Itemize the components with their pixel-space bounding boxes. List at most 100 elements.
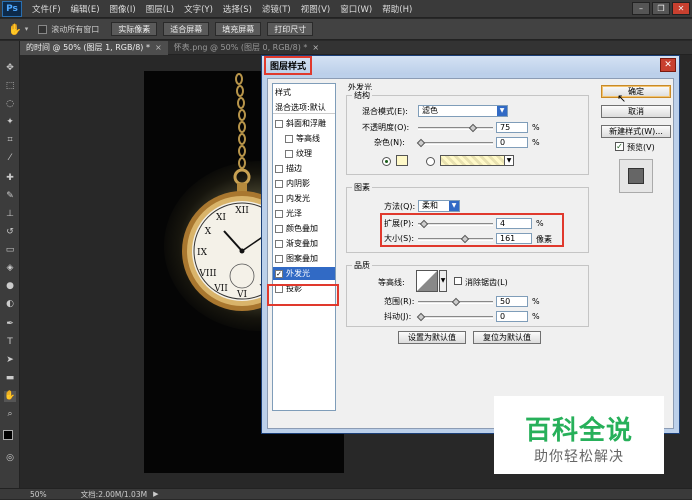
healing-brush-icon[interactable]: ✚ — [4, 173, 16, 184]
menu-file[interactable]: 文件(F) — [32, 3, 61, 15]
close-icon[interactable]: ✕ — [672, 2, 690, 15]
fill-screen-button[interactable]: 填充屏幕 — [215, 22, 262, 36]
effect-checkbox[interactable] — [275, 119, 283, 128]
type-tool-icon[interactable]: T — [4, 337, 16, 348]
blend-options-item[interactable]: 混合选项:默认 — [273, 101, 335, 114]
range-slider[interactable] — [418, 297, 493, 307]
make-default-button[interactable]: 设置为默认值 — [398, 331, 466, 344]
chevron-down-icon[interactable]: ▾ — [25, 25, 29, 33]
close-icon[interactable]: × — [312, 43, 319, 52]
effect-item[interactable]: 图案叠加 — [273, 252, 335, 265]
paint-bucket-icon[interactable]: ◈ — [4, 263, 16, 274]
effect-item[interactable]: 斜面和浮雕 — [273, 117, 335, 130]
path-selection-icon[interactable]: ➤ — [4, 355, 16, 366]
effect-checkbox[interactable] — [285, 134, 293, 143]
solid-color-radio[interactable] — [382, 157, 391, 166]
menu-type[interactable]: 文字(Y) — [184, 3, 213, 15]
magic-wand-icon[interactable]: ✦ — [4, 117, 16, 128]
chevron-down-icon[interactable]: ▼ — [439, 270, 447, 292]
effect-checkbox[interactable] — [285, 149, 293, 158]
lasso-tool-icon[interactable]: ◌ — [4, 99, 16, 110]
menu-view[interactable]: 视图(V) — [301, 3, 330, 15]
brush-tool-icon[interactable]: ✎ — [4, 191, 16, 202]
menu-filter[interactable]: 滤镜(T) — [262, 3, 291, 15]
hand-tool-icon[interactable]: ✋ — [8, 23, 22, 36]
spread-slider[interactable] — [418, 219, 493, 229]
menu-layer[interactable]: 图层(L) — [146, 3, 174, 15]
effect-item[interactable]: 内阴影 — [273, 177, 335, 190]
effect-checkbox[interactable] — [275, 194, 283, 203]
preview-checkbox[interactable]: ✓ — [615, 142, 624, 151]
range-input[interactable]: 50 — [496, 296, 528, 307]
jitter-input[interactable]: 0 — [496, 311, 528, 322]
cancel-button[interactable]: 取消 — [601, 105, 671, 118]
opacity-slider[interactable] — [418, 123, 493, 133]
effect-checkbox[interactable] — [275, 254, 283, 263]
zoom-level[interactable]: 50% — [30, 490, 47, 499]
close-icon[interactable]: ✕ — [660, 58, 676, 72]
clone-stamp-icon[interactable]: ⊥ — [4, 209, 16, 220]
effect-item[interactable]: 描边 — [273, 162, 335, 175]
effect-item[interactable]: 等高线 — [273, 132, 335, 145]
contour-picker[interactable] — [416, 270, 438, 292]
minimize-icon[interactable]: – — [632, 2, 650, 15]
effect-checkbox[interactable] — [275, 239, 283, 248]
actual-pixels-button[interactable]: 实际像素 — [111, 22, 158, 36]
effect-checkbox[interactable] — [275, 179, 283, 188]
noise-slider[interactable] — [416, 138, 493, 148]
effect-item[interactable]: 纹理 — [273, 147, 335, 160]
gradient-radio[interactable] — [426, 157, 435, 166]
opacity-input[interactable]: 75 — [496, 122, 528, 133]
print-size-button[interactable]: 打印尺寸 — [267, 22, 314, 36]
tab-document-active[interactable]: 的时间 @ 50% (图层 1, RGB/8) * × — [20, 40, 168, 55]
hand-tool-icon[interactable]: ✋ — [4, 391, 16, 402]
close-icon[interactable]: × — [155, 43, 162, 52]
fit-screen-button[interactable]: 适合屏幕 — [163, 22, 210, 36]
marquee-tool-icon[interactable]: ⬚ — [4, 81, 16, 92]
effect-checkbox[interactable] — [275, 164, 283, 173]
jitter-slider[interactable] — [416, 312, 493, 322]
effect-item[interactable]: 颜色叠加 — [273, 222, 335, 235]
effect-item[interactable]: 渐变叠加 — [273, 237, 335, 250]
blend-mode-select[interactable]: 滤色 ▼ — [418, 105, 508, 117]
menu-select[interactable]: 选择(S) — [223, 3, 252, 15]
blur-tool-icon[interactable]: ● — [4, 281, 16, 292]
effect-item[interactable]: 内发光 — [273, 192, 335, 205]
dodge-tool-icon[interactable]: ◐ — [4, 299, 16, 310]
gradient-picker[interactable] — [440, 155, 512, 166]
eyedropper-tool-icon[interactable]: ⁄ — [4, 153, 16, 164]
menu-image[interactable]: 图像(I) — [110, 3, 136, 15]
restore-icon[interactable]: ❐ — [652, 2, 670, 15]
effect-checkbox[interactable] — [275, 209, 283, 218]
effect-item[interactable]: 光泽 — [273, 207, 335, 220]
scroll-all-windows-checkbox[interactable] — [38, 24, 48, 34]
new-style-button[interactable]: 新建样式(W)... — [601, 125, 671, 138]
effect-item[interactable]: ✓ 外发光 — [273, 267, 335, 280]
foreground-color-swatch[interactable] — [3, 430, 13, 440]
history-brush-icon[interactable]: ↺ — [4, 227, 16, 238]
move-tool-icon[interactable]: ✥ — [4, 63, 16, 74]
effect-checkbox[interactable] — [275, 224, 283, 233]
reset-default-button[interactable]: 复位为默认值 — [473, 331, 541, 344]
size-input[interactable]: 161 — [496, 233, 532, 244]
pen-tool-icon[interactable]: ✒ — [4, 319, 16, 330]
spread-input[interactable]: 4 — [496, 218, 532, 229]
technique-select[interactable]: 柔和 ▼ — [418, 200, 460, 212]
menu-edit[interactable]: 编辑(E) — [71, 3, 100, 15]
dialog-title-bar[interactable]: 图层样式 — [262, 55, 679, 75]
crop-tool-icon[interactable]: ⌗ — [4, 135, 16, 146]
glow-color-swatch[interactable] — [396, 155, 408, 166]
shape-tool-icon[interactable]: ▬ — [4, 373, 16, 384]
styles-header[interactable]: 样式 — [273, 86, 335, 99]
size-slider[interactable] — [418, 234, 493, 244]
menu-window[interactable]: 窗口(W) — [340, 3, 372, 15]
anti-alias-checkbox[interactable] — [454, 277, 462, 285]
zoom-tool-icon[interactable]: ⌕ — [4, 409, 16, 420]
tab-document-pocket-watch[interactable]: 怀表.png @ 50% (图层 0, RGB/8) * × — [168, 41, 325, 55]
effect-checkbox[interactable]: ✓ — [275, 269, 283, 278]
chevron-down-icon[interactable]: ▼ — [504, 155, 514, 166]
quick-mask-icon[interactable]: ◎ — [4, 453, 16, 464]
ok-button[interactable]: 确定 — [601, 85, 671, 98]
menu-help[interactable]: 帮助(H) — [382, 3, 412, 15]
eraser-tool-icon[interactable]: ▭ — [4, 245, 16, 256]
